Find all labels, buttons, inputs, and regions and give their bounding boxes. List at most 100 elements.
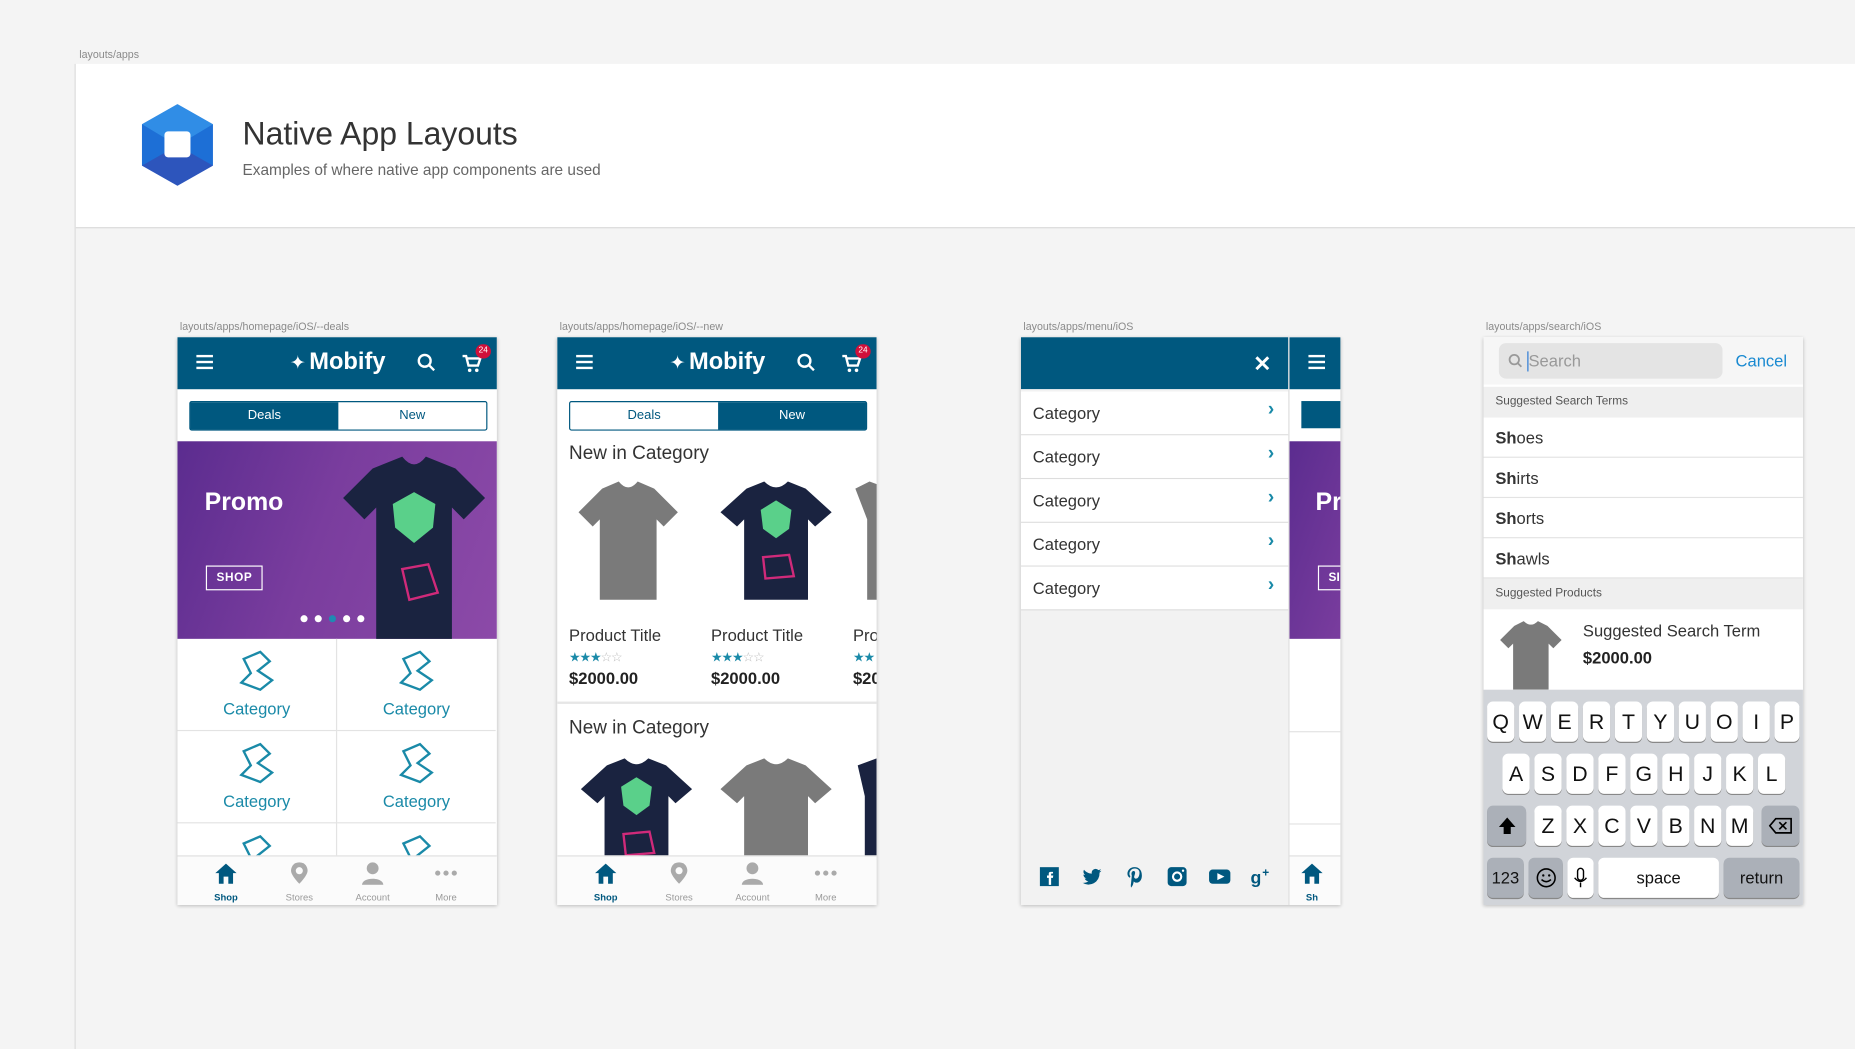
menu-item[interactable]: Category › bbox=[1020, 522, 1289, 567]
numbers-key[interactable]: 123 bbox=[1487, 857, 1524, 898]
tab-stores[interactable]: Stores bbox=[640, 861, 718, 903]
search-icon[interactable] bbox=[795, 351, 819, 375]
menu-item[interactable]: Category › bbox=[1020, 435, 1289, 480]
tab-shop[interactable]: Sh bbox=[1290, 861, 1341, 903]
product-image bbox=[720, 481, 832, 600]
search-bar: Search Cancel bbox=[1483, 337, 1803, 385]
search-input[interactable]: Search bbox=[1498, 343, 1723, 379]
category-tile[interactable]: Category bbox=[337, 731, 496, 824]
key[interactable]: E bbox=[1550, 701, 1579, 742]
menu-item[interactable]: Category › bbox=[1020, 391, 1289, 436]
promo-banner[interactable]: Promo SHOP bbox=[177, 441, 497, 639]
suggested-term[interactable]: Shoes bbox=[1483, 418, 1803, 458]
tab-more[interactable]: More bbox=[787, 861, 865, 903]
google-plus-icon[interactable]: g + bbox=[1250, 865, 1274, 889]
key[interactable]: A bbox=[1502, 753, 1530, 794]
key[interactable]: V bbox=[1630, 805, 1658, 846]
menu-item[interactable]: Category › bbox=[1020, 566, 1289, 611]
suggested-product[interactable]: Suggested Search Term $2000.00 bbox=[1484, 609, 1803, 690]
close-icon[interactable] bbox=[1254, 355, 1271, 372]
key[interactable]: K bbox=[1726, 753, 1754, 794]
youtube-icon[interactable] bbox=[1208, 865, 1232, 889]
cancel-button[interactable]: Cancel bbox=[1736, 351, 1788, 370]
product-image bbox=[720, 758, 832, 861]
key[interactable]: T bbox=[1614, 701, 1643, 742]
brand-logo[interactable]: ✦ Mobify bbox=[290, 349, 386, 376]
product-card[interactable]: Product Title ★★★☆☆ $2000.00 bbox=[711, 477, 853, 687]
key[interactable]: F bbox=[1598, 753, 1626, 794]
tab-stores[interactable]: Stores bbox=[260, 861, 338, 903]
key[interactable]: M bbox=[1726, 805, 1754, 846]
product-card[interactable]: Product Title ★★★☆☆ $2000.00 bbox=[569, 477, 711, 687]
suggested-term[interactable]: Shirts bbox=[1483, 458, 1803, 499]
key[interactable]: P bbox=[1774, 701, 1800, 742]
carousel-dots[interactable] bbox=[300, 615, 365, 623]
category-tile[interactable]: Category bbox=[177, 638, 338, 732]
key[interactable]: R bbox=[1582, 701, 1611, 742]
key[interactable]: Q bbox=[1487, 701, 1515, 742]
search-placeholder: Search bbox=[1528, 351, 1581, 371]
section-header: Suggested Search Terms bbox=[1483, 386, 1803, 418]
key[interactable]: X bbox=[1566, 805, 1594, 846]
divider bbox=[557, 701, 877, 704]
key[interactable]: D bbox=[1566, 753, 1594, 794]
key[interactable]: U bbox=[1678, 701, 1706, 742]
key[interactable]: O bbox=[1710, 701, 1738, 742]
pinterest-icon[interactable] bbox=[1123, 865, 1147, 889]
suggested-term[interactable]: Shawls bbox=[1483, 538, 1803, 579]
space-key[interactable]: space bbox=[1598, 857, 1719, 898]
return-key[interactable]: return bbox=[1723, 857, 1800, 898]
emoji-key[interactable] bbox=[1528, 857, 1563, 898]
emoji-icon bbox=[1535, 868, 1556, 888]
key[interactable]: H bbox=[1662, 753, 1690, 794]
backspace-key[interactable] bbox=[1761, 805, 1800, 846]
canvas: layouts/apps Native App Layouts Examples… bbox=[0, 0, 1855, 1049]
breadcrumb: layouts/apps/search/iOS bbox=[1485, 320, 1602, 333]
key[interactable]: Y bbox=[1646, 701, 1675, 742]
svg-text:g: g bbox=[1250, 868, 1261, 888]
tab-new[interactable]: New bbox=[718, 402, 866, 430]
suggested-term[interactable]: Shorts bbox=[1483, 498, 1803, 539]
key[interactable]: Z bbox=[1534, 805, 1562, 846]
page-peek[interactable]: Pr SI Sh bbox=[1288, 337, 1341, 906]
section-heading: New in Category bbox=[569, 443, 709, 464]
search-icon[interactable] bbox=[415, 351, 439, 375]
key[interactable]: J bbox=[1694, 753, 1722, 794]
tab-deals[interactable]: Deals bbox=[570, 402, 718, 429]
side-menu: Category › Category › Category › Category › … bbox=[1020, 389, 1289, 906]
page-title: Native App Layouts bbox=[242, 115, 518, 152]
text-caret bbox=[1527, 351, 1529, 372]
hamburger-menu-icon[interactable] bbox=[1305, 351, 1329, 375]
shift-arrow-icon bbox=[1498, 817, 1515, 835]
shop-button[interactable]: SHOP bbox=[205, 565, 264, 591]
microphone-key[interactable] bbox=[1567, 857, 1594, 898]
key[interactable]: G bbox=[1630, 753, 1658, 794]
hamburger-menu-icon[interactable] bbox=[573, 351, 597, 375]
menu-item[interactable]: Category › bbox=[1020, 479, 1289, 523]
key[interactable]: I bbox=[1742, 701, 1770, 742]
tab-account[interactable]: Account bbox=[334, 861, 412, 903]
phone-search: Search Cancel Suggested Search Terms Sho… bbox=[1483, 337, 1803, 906]
hamburger-menu-icon[interactable] bbox=[193, 351, 217, 375]
category-tile[interactable]: Category bbox=[337, 639, 496, 732]
key[interactable]: S bbox=[1534, 753, 1562, 794]
tab-account[interactable]: Account bbox=[713, 861, 791, 903]
key[interactable]: C bbox=[1598, 805, 1626, 846]
tab-shop[interactable]: Shop bbox=[187, 861, 265, 903]
instagram-icon[interactable] bbox=[1165, 865, 1189, 889]
key[interactable]: W bbox=[1519, 701, 1547, 742]
tab-new[interactable]: New bbox=[338, 402, 486, 429]
category-tile[interactable]: Category bbox=[177, 731, 338, 824]
shift-key[interactable] bbox=[1487, 805, 1527, 846]
facebook-icon[interactable] bbox=[1038, 865, 1062, 889]
key[interactable]: N bbox=[1694, 805, 1722, 846]
brand-logo[interactable]: ✦ Mobify bbox=[670, 349, 766, 376]
twitter-icon[interactable] bbox=[1080, 865, 1104, 889]
tab-shop[interactable]: Shop bbox=[567, 861, 645, 903]
key[interactable]: B bbox=[1662, 805, 1690, 846]
product-card[interactable]: Pro ★★ $20 bbox=[853, 477, 877, 687]
tab-more[interactable]: More bbox=[407, 861, 485, 903]
tab-deals[interactable]: Deals bbox=[190, 402, 339, 430]
promo-title: Promo bbox=[204, 488, 284, 516]
key[interactable]: L bbox=[1757, 753, 1786, 794]
